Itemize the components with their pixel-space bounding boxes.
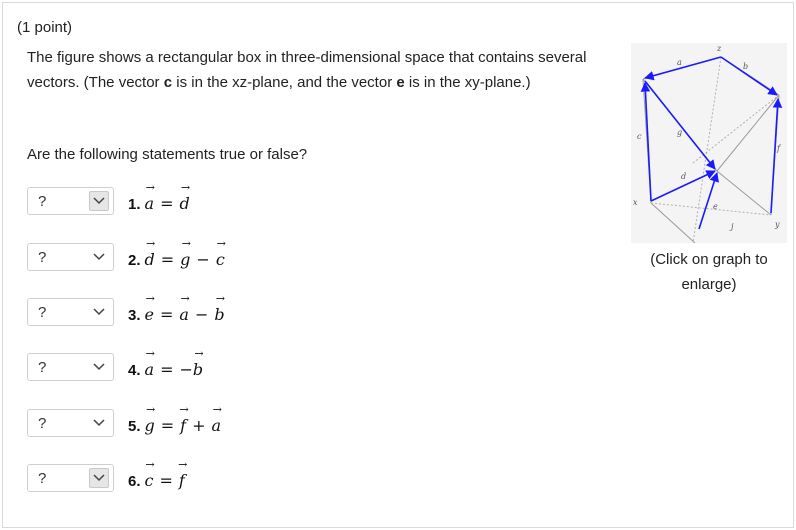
chevron-down-icon [89,413,109,433]
select-value: ? [38,304,47,321]
vectors [640,56,783,230]
math-neg: − [179,359,193,379]
vector-e [698,172,719,230]
label-f: f [776,144,782,153]
math-op2: − [194,304,209,324]
chevron-down-icon [89,357,109,377]
math-op1: = [159,304,174,324]
intro-vector-c: c [163,74,173,91]
math-r1: f [180,412,186,435]
statement-5: 5. g=f + a [128,412,221,435]
statement-number: 5. [128,417,141,435]
chevron-down-icon [89,191,109,211]
statement-number: 1. [128,195,141,213]
statement-math: d=g−c [145,246,225,269]
label-y: y [774,220,780,229]
label-x: x [633,198,638,207]
math-lhs: d [145,246,155,269]
vector-b [720,56,778,96]
intro-text-2: is in the xz-plane, and the vector [172,74,397,91]
statement-math: e=a−b [145,301,225,324]
answer-select-2[interactable]: ? [27,243,114,271]
statement-4: 4. a=−b [128,356,203,379]
vector-a [644,56,722,81]
statement-row-2: ? 2. d=g−c [27,241,225,273]
box-figure-svg: a b c d e f g j x y z [633,44,783,244]
math-op1: = [160,359,174,379]
math-op1: = [160,415,175,435]
math-r1: f [179,467,185,490]
statement-6: 6. c= f [128,467,185,490]
math-r2: a [212,412,222,435]
statement-row-5: ? 5. g=f + a [27,407,221,439]
problem-intro: The figure shows a rectangular box in th… [27,45,607,95]
select-value: ? [38,249,47,266]
math-r1: a [179,301,189,324]
math-lhs: g [145,412,155,435]
math-lhs: a [145,190,155,213]
math-r1: b [193,356,203,379]
statement-row-3: ? 3. e=a−b [27,296,225,328]
label-g: g [677,128,682,137]
answer-select-5[interactable]: ? [27,409,114,437]
select-value: ? [38,359,47,376]
answer-select-4[interactable]: ? [27,353,114,381]
math-r2: c [216,246,225,269]
math-r1: g [180,246,190,269]
math-op2: − [196,249,210,269]
question-text: Are the following statements true or fal… [27,146,308,163]
statement-math: a=d [145,190,190,213]
box-figure[interactable]: a b c d e f g j x y z [631,43,787,244]
vector-c [640,82,652,202]
label-j: j [729,222,734,231]
label-e: e [713,202,718,211]
chevron-down-icon [89,302,109,322]
math-lhs: e [145,301,154,324]
statement-math: c= f [145,467,185,490]
select-value: ? [38,470,47,487]
vector-g [644,80,716,170]
label-d: d [681,172,686,181]
vector-f [770,98,783,214]
statement-1: 1. a=d [128,190,190,213]
math-r2: b [214,301,224,324]
answer-select-1[interactable]: ? [27,187,114,215]
statement-row-4: ? 4. a=−b [27,351,203,383]
intro-vector-e: e [396,74,405,91]
math-lhs: c [145,467,154,490]
label-b: b [743,62,748,71]
statement-number: 3. [128,306,141,324]
box-edges [642,56,780,244]
intro-text-3: is in the xy-plane.) [404,74,531,91]
statement-number: 6. [128,472,141,490]
figure-caption[interactable]: (Click on graph to enlarge) [623,247,795,297]
label-z: z [716,44,722,53]
statement-math: a=−b [145,356,204,379]
answer-select-6[interactable]: ? [27,464,114,492]
chevron-down-icon [89,468,109,488]
statement-2: 2. d=g−c [128,246,225,269]
statement-3: 3. e=a−b [128,301,225,324]
statement-row-1: ? 1. a=d [27,185,190,217]
label-a: a [677,58,682,67]
statement-math: g=f + a [145,412,222,435]
math-op1: = [160,249,175,269]
statement-number: 4. [128,361,141,379]
select-value: ? [38,415,47,432]
math-lhs: a [145,356,155,379]
math-op1: = [160,193,174,213]
statement-row-6: ? 6. c= f [27,462,185,494]
math-r1: d [179,190,189,213]
math-op1: = [159,470,173,490]
chevron-down-icon [89,247,109,267]
box-hidden-edges [650,56,780,244]
statement-number: 2. [128,251,141,269]
label-c: c [637,132,642,141]
answer-select-3[interactable]: ? [27,298,114,326]
points-label: (1 point) [17,19,73,36]
select-value: ? [38,193,47,210]
math-op2: + [192,415,206,435]
